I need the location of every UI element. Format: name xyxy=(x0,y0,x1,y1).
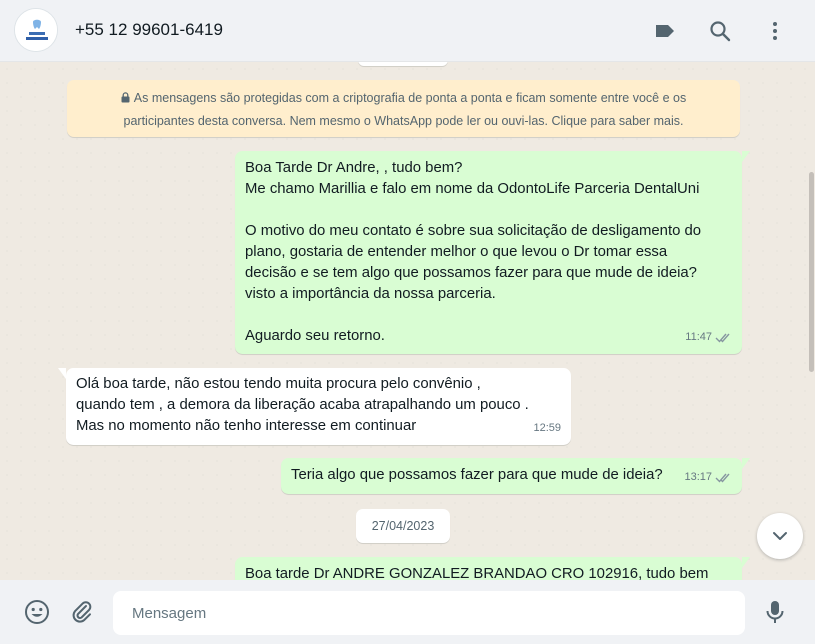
message-time: 13:17 xyxy=(684,471,712,483)
lock-icon xyxy=(121,88,130,110)
message-bubble-outgoing[interactable]: Boa Tarde Dr Andre, , tudo bem? Me chamo… xyxy=(235,151,750,354)
scroll-to-bottom-button[interactable] xyxy=(757,513,803,559)
contact-avatar[interactable] xyxy=(14,8,58,52)
scrollbar[interactable] xyxy=(809,172,814,372)
partial-date-chip xyxy=(358,62,448,66)
message-text: Olá boa tarde, não estou tendo muita pro… xyxy=(76,376,529,434)
message-meta: 13:17 xyxy=(684,467,732,488)
emoji-icon[interactable] xyxy=(23,598,51,626)
bubble-tail xyxy=(58,368,66,379)
double-check-icon xyxy=(715,333,730,343)
search-icon[interactable] xyxy=(706,17,734,45)
message-time: 12:59 xyxy=(533,422,561,434)
message-bubble-outgoing[interactable]: Teria algo que possamos fazer para que m… xyxy=(281,458,750,494)
chat-header: +55 12 99601-6419 xyxy=(0,0,815,62)
contact-name[interactable]: +55 12 99601-6419 xyxy=(75,20,223,40)
attach-icon[interactable] xyxy=(68,598,96,626)
composer-bar xyxy=(0,580,815,644)
mic-icon[interactable] xyxy=(761,598,789,626)
encryption-notice[interactable]: As mensagens são protegidas com a cripto… xyxy=(67,80,740,137)
encryption-notice-line2: participantes desta conversa. Nem mesmo … xyxy=(123,114,684,128)
date-divider: 27/04/2023 xyxy=(356,509,450,543)
message-bubble-incoming[interactable]: Olá boa tarde, não estou tendo muita pro… xyxy=(58,368,571,445)
message-time: 11:47 xyxy=(685,331,712,343)
label-icon[interactable] xyxy=(651,17,679,45)
bubble-tail xyxy=(742,458,750,469)
tooth-logo-icon xyxy=(15,9,57,51)
message-meta: 12:59 xyxy=(533,418,561,439)
double-check-icon xyxy=(715,473,730,483)
message-input[interactable] xyxy=(113,591,745,635)
encryption-notice-line1: As mensagens são protegidas com a cripto… xyxy=(133,91,687,105)
message-text: Boa Tarde Dr Andre, , tudo bem? Me chamo… xyxy=(245,160,702,344)
more-vert-icon[interactable] xyxy=(761,17,789,45)
bubble-tail xyxy=(742,557,750,568)
message-text: Teria algo que possamos fazer para que m… xyxy=(291,467,663,483)
bubble-tail xyxy=(742,151,750,162)
message-list[interactable]: As mensagens são protegidas com a cripto… xyxy=(0,62,815,580)
message-meta: 11:47 xyxy=(685,327,732,348)
message-text: Boa tarde Dr ANDRE GONZALEZ BRANDAO CRO … xyxy=(245,566,709,580)
chevron-down-icon xyxy=(773,532,787,540)
message-bubble-outgoing[interactable]: Boa tarde Dr ANDRE GONZALEZ BRANDAO CRO … xyxy=(235,557,750,580)
